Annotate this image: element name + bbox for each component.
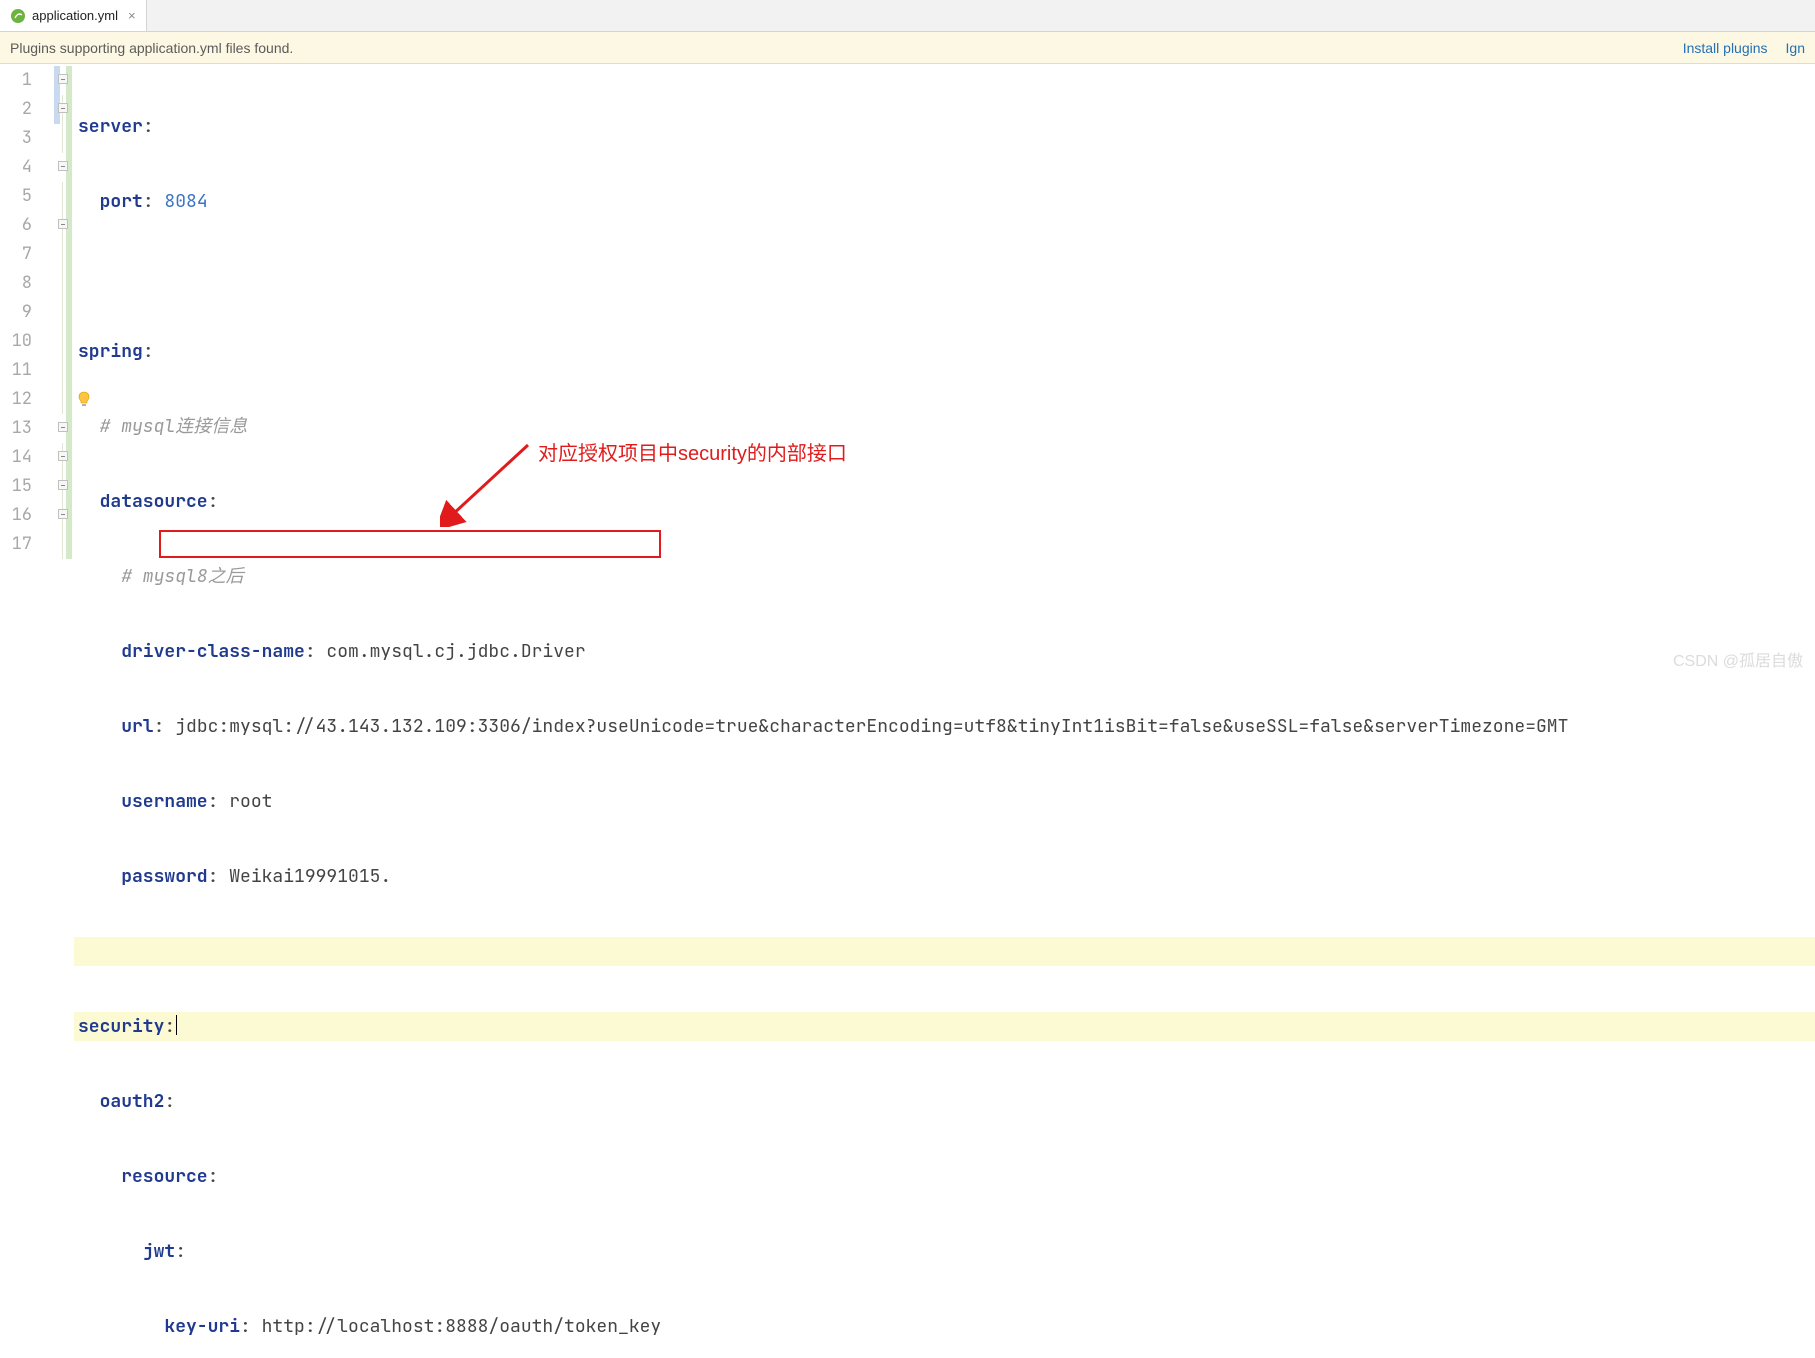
fold-toggle-icon[interactable]: [58, 74, 68, 84]
code-line: port: 8084: [74, 187, 1815, 216]
line-number: 12: [0, 385, 54, 414]
line-number: 6: [0, 211, 54, 240]
close-icon[interactable]: ×: [124, 8, 136, 23]
code-editor[interactable]: 1 2 3 4 5 6 7 8 9 10 11 12 13 14 15 16 1…: [0, 64, 1815, 679]
line-number: 9: [0, 298, 54, 327]
line-number: 15: [0, 472, 54, 501]
line-number: 7: [0, 240, 54, 269]
notification-bar: Plugins supporting application.yml files…: [0, 32, 1815, 64]
line-number-gutter: 1 2 3 4 5 6 7 8 9 10 11 12 13 14 15 16 1…: [0, 64, 54, 679]
line-number: 14: [0, 443, 54, 472]
code-line: spring:: [74, 337, 1815, 366]
spring-file-icon: [10, 8, 26, 24]
fold-toggle-icon[interactable]: [58, 480, 68, 490]
tab-bar: application.yml ×: [0, 0, 1815, 32]
code-line: # mysql8之后: [74, 562, 1815, 591]
fold-toggle-icon[interactable]: [58, 161, 68, 171]
code-area[interactable]: server: port: 8084 spring: # mysql连接信息 d…: [74, 64, 1815, 679]
ignore-link[interactable]: Ign: [1786, 40, 1805, 56]
caret-icon: [176, 1015, 177, 1035]
watermark: CSDN @孤居自傲: [1673, 647, 1803, 671]
fold-toggle-icon[interactable]: [58, 451, 68, 461]
line-number: 11: [0, 356, 54, 385]
code-line: # mysql连接信息: [74, 412, 1815, 441]
fold-toggle-icon[interactable]: [58, 219, 68, 229]
line-number: 3: [0, 124, 54, 153]
fold-toggle-icon[interactable]: [58, 422, 68, 432]
code-line: jwt:: [74, 1237, 1815, 1266]
code-line: url: jdbc:mysql://43.143.132.109:3306/in…: [74, 712, 1815, 741]
line-number: 16: [0, 501, 54, 530]
code-line: resource:: [74, 1162, 1815, 1191]
install-plugins-link[interactable]: Install plugins: [1683, 40, 1768, 56]
code-line: key-uri: http://localhost:8888/oauth/tok…: [74, 1312, 1815, 1341]
code-line-current: security:: [74, 1012, 1815, 1041]
code-line: server:: [74, 112, 1815, 141]
intention-bulb-icon[interactable]: [76, 391, 92, 407]
annotation-text: 对应授权项目中security的内部接口: [538, 437, 847, 466]
fold-toggle-icon[interactable]: [58, 103, 68, 113]
fold-toggle-icon[interactable]: [58, 509, 68, 519]
tab-label: application.yml: [32, 8, 118, 23]
line-number: 8: [0, 269, 54, 298]
tab-application-yml[interactable]: application.yml ×: [0, 0, 147, 31]
notification-message: Plugins supporting application.yml files…: [10, 40, 293, 56]
code-line: oauth2:: [74, 1087, 1815, 1116]
code-line: username: root: [74, 787, 1815, 816]
line-number: 2: [0, 95, 54, 124]
line-number: 1: [0, 66, 54, 95]
code-line: [74, 262, 1815, 291]
code-line: driver-class-name: com.mysql.cj.jdbc.Dri…: [74, 637, 1815, 666]
code-line: password: Weikai19991015.: [74, 862, 1815, 891]
notification-actions: Install plugins Ign: [1683, 40, 1805, 56]
code-line: datasource:: [74, 487, 1815, 516]
line-number: 10: [0, 327, 54, 356]
fold-column: [54, 64, 74, 679]
code-line: [74, 937, 1815, 966]
line-number: 4: [0, 153, 54, 182]
line-number: 17: [0, 530, 54, 559]
line-number: 13: [0, 414, 54, 443]
line-number: 5: [0, 182, 54, 211]
